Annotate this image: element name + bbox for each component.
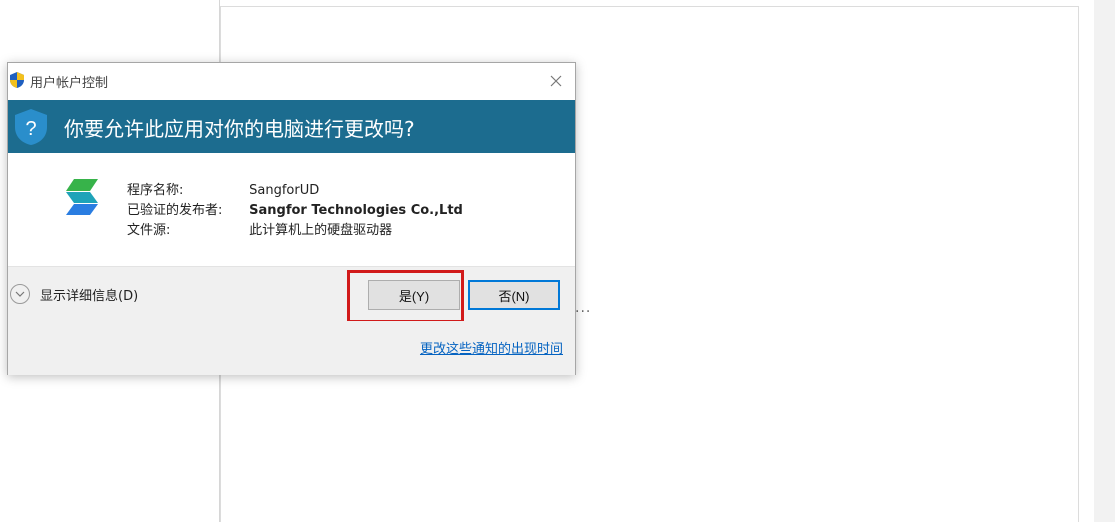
button-area: 显示详细信息(D) 是(Y) 否(N) <box>8 266 575 323</box>
uac-dialog: 用户帐户控制 ? 你要允许此应用对你的电脑进行更改吗? 程序名称: Sangfo… <box>7 62 576 375</box>
footer-area: 更改这些通知的出现时间 <box>8 321 575 375</box>
svg-text:?: ? <box>25 118 36 140</box>
file-origin-label: 文件源: <box>127 223 171 238</box>
dialog-title: 用户帐户控制 <box>30 76 109 91</box>
file-origin-value: 此计算机上的硬盘驱动器 <box>249 223 393 238</box>
program-name-value: SangforUD <box>249 183 320 198</box>
program-name-label: 程序名称: <box>127 183 184 198</box>
publisher-row: 已验证的发布者: Sangfor Technologies Co.,Ltd <box>127 199 463 218</box>
close-button[interactable] <box>537 63 575 99</box>
publisher-label: 已验证的发布者: <box>127 203 223 218</box>
change-notification-link[interactable]: 更改这些通知的出现时间 <box>420 338 563 357</box>
show-details-label: 显示详细信息(D) <box>40 288 139 304</box>
chevron-down-icon <box>10 284 30 304</box>
no-button[interactable]: 否(N) <box>468 280 560 310</box>
file-origin-row: 文件源: 此计算机上的硬盘驱动器 <box>127 219 392 238</box>
title-bar: 用户帐户控制 <box>8 63 575 99</box>
question-text: 你要允许此应用对你的电脑进行更改吗? <box>64 117 415 141</box>
close-icon <box>550 75 562 87</box>
program-name-row: 程序名称: SangforUD <box>127 179 319 198</box>
ellipsis-text: ... <box>575 300 592 316</box>
show-details-toggle[interactable]: 显示详细信息(D) <box>10 284 138 304</box>
question-shield-icon: ? <box>15 109 47 145</box>
question-banner: ? 你要允许此应用对你的电脑进行更改吗? <box>8 100 575 153</box>
sangfor-logo <box>66 179 98 215</box>
yes-button[interactable]: 是(Y) <box>368 280 460 310</box>
program-info: 程序名称: SangforUD 已验证的发布者: Sangfor Technol… <box>8 153 575 266</box>
uac-shield-icon <box>10 72 24 88</box>
right-scroll-strip <box>1094 0 1115 522</box>
publisher-value: Sangfor Technologies Co.,Ltd <box>249 203 463 218</box>
